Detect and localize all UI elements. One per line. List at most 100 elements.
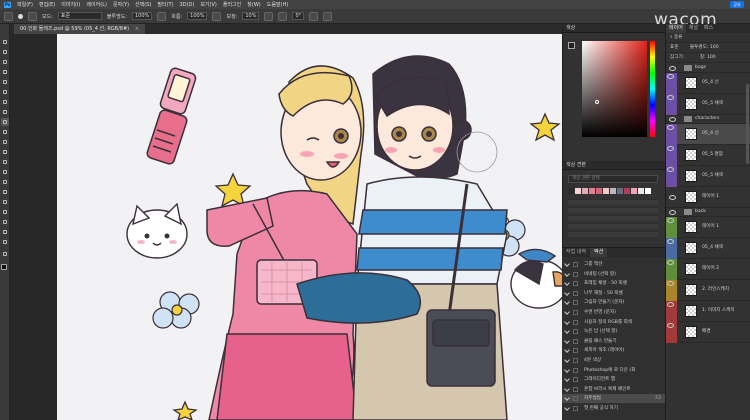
dialog-toggle-icon[interactable] [573, 338, 578, 344]
swatch-group[interactable] [568, 215, 658, 221]
menu-filter[interactable]: 필터(T) [157, 1, 173, 8]
action-toggle-icon[interactable] [564, 280, 570, 287]
visibility-eye-icon[interactable] [668, 194, 676, 200]
dialog-toggle-icon[interactable] [573, 310, 578, 315]
close-tab-icon[interactable]: × [135, 26, 139, 32]
action-toggle-icon[interactable] [564, 337, 570, 344]
dialog-toggle-icon[interactable] [573, 396, 578, 402]
history-brush-tool-icon[interactable] [1, 138, 9, 146]
crop-tool-icon[interactable] [1, 78, 9, 86]
layer-row[interactable]: 05_4 선 [666, 124, 750, 145]
dodge-tool-icon[interactable] [1, 178, 9, 186]
action-item[interactable]: 세피아 색조 (레이어) [562, 346, 665, 355]
color-swatch[interactable] [582, 188, 588, 194]
dialog-toggle-icon[interactable] [573, 377, 578, 383]
layer-row[interactable]: 05_5 채색 [666, 94, 750, 115]
action-item[interactable]: Photoshop에 로 다운 (회 [562, 366, 665, 375]
tab-layers[interactable]: 레이어 [666, 24, 686, 33]
type-tool-icon[interactable] [1, 198, 9, 206]
hand-tool-icon[interactable] [1, 228, 9, 236]
action-item[interactable]: 그레이디언트 맵 [562, 375, 665, 384]
action-toggle-icon[interactable] [564, 299, 570, 306]
pressure-size-button[interactable] [309, 11, 319, 21]
action-toggle-icon[interactable] [564, 289, 570, 296]
action-item[interactable]: 비네팅 (선택 항) [562, 270, 665, 279]
action-item[interactable]: 그림자 만들기 (문자) [562, 298, 665, 307]
action-toggle-icon[interactable] [564, 261, 570, 267]
eyedropper-tool-icon[interactable] [1, 98, 9, 106]
visibility-eye-icon[interactable] [666, 301, 677, 322]
color-swatch[interactable] [645, 188, 651, 194]
layer-row[interactable]: 1. 이미지 스케치 [666, 301, 750, 322]
layer-row[interactable]: 레이어 1 [666, 217, 750, 238]
action-item[interactable]: 그룹 액션 [562, 260, 665, 269]
menu-file[interactable]: 파일(F) [17, 1, 33, 8]
color-swatch[interactable] [617, 188, 623, 194]
action-item[interactable]: 녹은 납 (선택 항) [562, 327, 665, 336]
visibility-eye-icon[interactable] [668, 116, 676, 122]
layer-row[interactable]: 05_5 채색 [666, 166, 750, 187]
action-toggle-icon[interactable] [564, 309, 570, 315]
color-swatch[interactable] [638, 188, 644, 194]
visibility-eye-icon[interactable] [666, 280, 677, 301]
menu-select[interactable]: 선택(S) [135, 1, 151, 8]
tab-actions[interactable]: 액션 [590, 248, 608, 257]
action-item[interactable]: 클립 패스 만들기 [562, 337, 665, 346]
magic-wand-tool-icon[interactable] [1, 68, 9, 76]
visibility-eye-icon[interactable] [666, 124, 677, 145]
visibility-eye-icon[interactable] [666, 94, 677, 115]
action-item[interactable]: 자주썸썸 F2 [562, 394, 665, 404]
artboard[interactable] [57, 34, 562, 420]
fill-field[interactable]: 100 [707, 55, 716, 60]
canvas-workspace[interactable] [10, 34, 562, 420]
flow-field[interactable]: 100% [187, 12, 208, 20]
action-toggle-icon[interactable] [564, 270, 570, 277]
action-toggle-icon[interactable] [564, 366, 570, 373]
layer-row[interactable]: 05_5 명암 [666, 145, 750, 166]
color-swatch[interactable] [596, 188, 602, 194]
dialog-toggle-icon[interactable] [573, 367, 578, 373]
action-item[interactable]: 나무 재질 - 50 픽셀 [562, 289, 665, 298]
airbrush-button[interactable] [212, 11, 222, 21]
layer-row[interactable]: 05_4 선 [666, 73, 750, 94]
visibility-eye-icon[interactable] [668, 65, 676, 71]
mode-select[interactable]: 표준 [57, 12, 102, 20]
pen-tool-icon[interactable] [1, 188, 9, 196]
hue-slider[interactable] [650, 41, 655, 137]
dialog-toggle-icon[interactable] [573, 348, 578, 354]
action-toggle-icon[interactable] [564, 357, 570, 363]
action-toggle-icon[interactable] [564, 328, 570, 335]
action-item[interactable]: 4분 색상 [562, 356, 665, 365]
color-picker-ring[interactable] [595, 100, 599, 104]
visibility-eye-icon[interactable] [668, 209, 676, 215]
menu-image[interactable]: 이미지(I) [61, 1, 80, 8]
dialog-toggle-icon[interactable] [573, 386, 578, 392]
dialog-toggle-icon[interactable] [573, 262, 578, 267]
layer-kind-filter[interactable]: 종류 [674, 35, 682, 40]
dialog-toggle-icon[interactable] [573, 319, 578, 325]
color-swatch[interactable] [610, 188, 616, 194]
clone-stamp-tool-icon[interactable] [1, 128, 9, 136]
dialog-toggle-icon[interactable] [573, 329, 578, 335]
layer-group-row[interactable]: back [666, 208, 750, 217]
swatch-group[interactable] [568, 223, 658, 229]
move-tool-icon[interactable] [1, 38, 9, 46]
visibility-eye-icon[interactable] [666, 217, 677, 238]
menu-window[interactable]: 창(W) [247, 1, 260, 8]
visibility-eye-icon[interactable] [666, 145, 677, 166]
dialog-toggle-icon[interactable] [573, 271, 578, 277]
visibility-eye-icon[interactable] [666, 259, 677, 280]
layer-group-row[interactable]: bags [666, 64, 750, 73]
layer-row[interactable]: 05_4 채색 [666, 238, 750, 259]
dialog-toggle-icon[interactable] [573, 300, 578, 306]
action-toggle-icon[interactable] [564, 385, 570, 392]
swatch-search-input[interactable]: 색상 견본 검색 [568, 175, 658, 183]
frame-tool-icon[interactable] [1, 88, 9, 96]
tab-history[interactable]: 작업 내역 [562, 248, 590, 257]
layer-row[interactable]: 배경 [666, 322, 750, 343]
brush-tool-preset-button[interactable] [4, 11, 13, 21]
tab-paths[interactable]: 패스 [701, 24, 716, 33]
menu-3d[interactable]: 3D(D) [180, 2, 195, 8]
action-toggle-icon[interactable] [564, 376, 570, 383]
menu-plugins[interactable]: 플러그인 [223, 1, 241, 8]
